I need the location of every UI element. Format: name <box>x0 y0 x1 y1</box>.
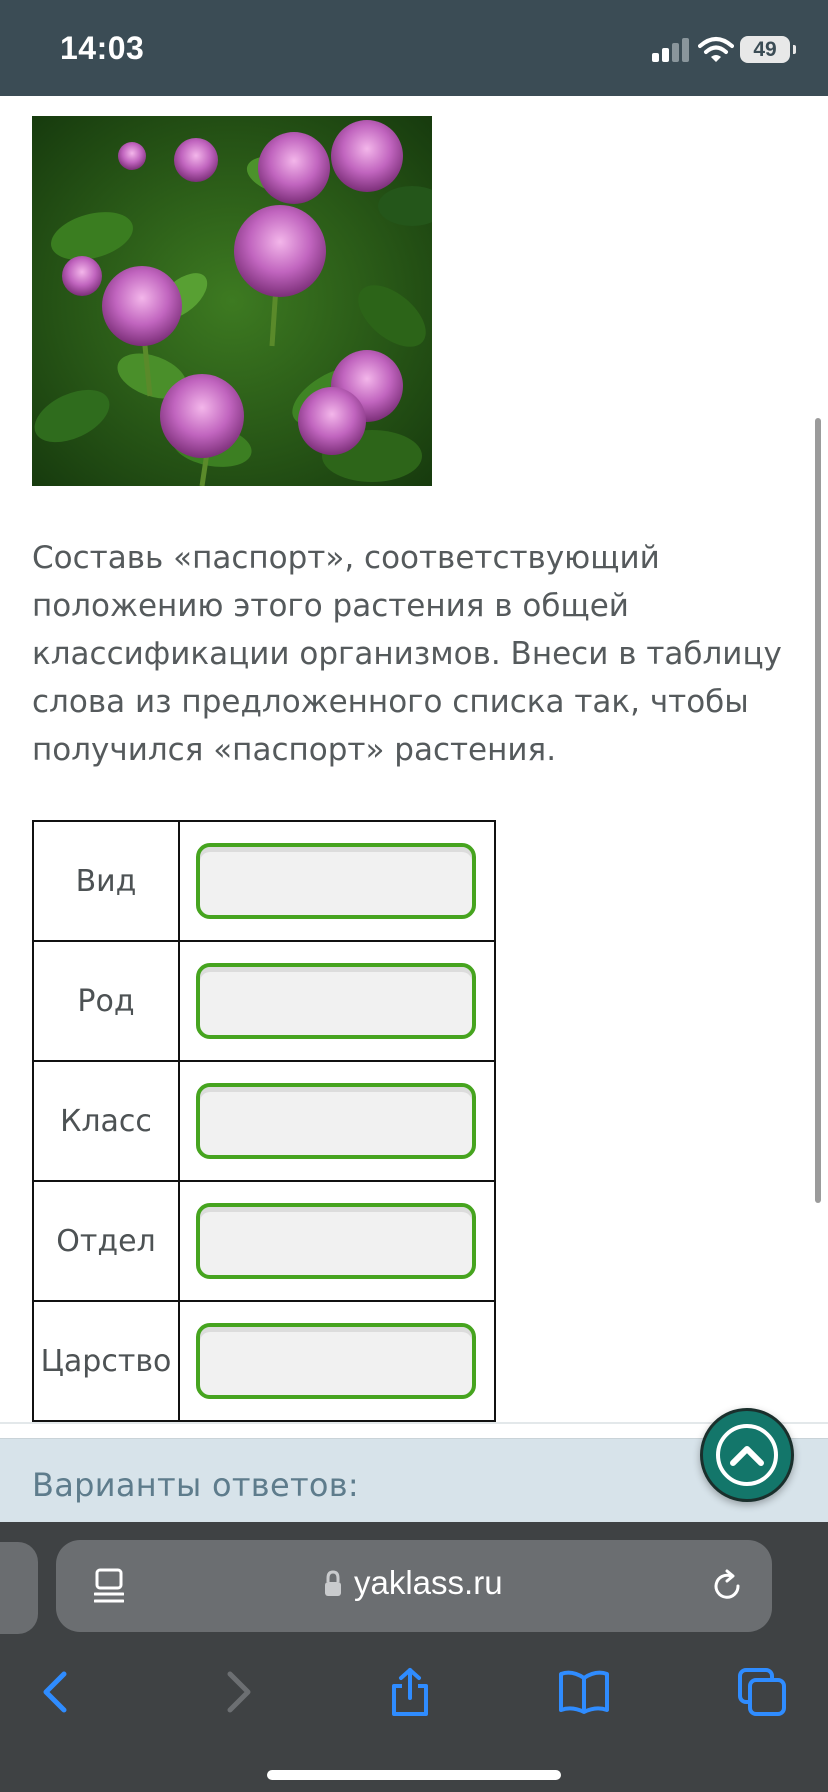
passport-table: Вид Род Класс Отдел Царство <box>32 820 496 1422</box>
table-row: Класс <box>32 1060 496 1182</box>
drop-target-division[interactable] <box>196 1203 476 1279</box>
wifi-icon <box>698 37 734 62</box>
status-time: 14:03 <box>60 30 145 66</box>
table-row: Царство <box>32 1300 496 1422</box>
forward-icon[interactable] <box>210 1666 262 1718</box>
rank-label-class: Класс <box>32 1060 180 1182</box>
scroll-to-top-button[interactable] <box>700 1408 794 1502</box>
rank-label-division: Отдел <box>32 1180 180 1302</box>
table-row: Вид <box>32 820 496 942</box>
rank-label-genus: Род <box>32 940 180 1062</box>
url-text: yaklass.ru <box>354 1564 503 1601</box>
drop-target-species[interactable] <box>196 843 476 919</box>
rank-label-kingdom: Царство <box>32 1300 180 1422</box>
drop-target-class[interactable] <box>196 1083 476 1159</box>
battery-icon: 49 <box>740 36 796 63</box>
clover-photo <box>32 116 432 486</box>
chevron-up-icon <box>730 1446 764 1466</box>
rank-label-species: Вид <box>32 820 180 942</box>
home-indicator[interactable] <box>267 1770 561 1780</box>
share-icon[interactable] <box>384 1666 436 1718</box>
address-bar[interactable]: yaklass.ru <box>56 1540 772 1632</box>
battery-level: 49 <box>753 38 777 61</box>
rank-cell-class <box>178 1060 496 1182</box>
answers-title: Варианты ответов: <box>32 1466 360 1504</box>
signal-icon <box>652 38 690 62</box>
status-bar: 14:03 49 <box>0 0 828 96</box>
page-scrollbar[interactable] <box>815 418 821 1203</box>
reader-icon[interactable] <box>94 1568 124 1604</box>
tabs-icon[interactable] <box>736 1666 788 1718</box>
rank-cell-division <box>178 1180 496 1302</box>
reload-icon[interactable] <box>710 1568 746 1604</box>
rank-cell-kingdom <box>178 1300 496 1422</box>
back-icon[interactable] <box>32 1666 84 1718</box>
table-row: Род <box>32 940 496 1062</box>
lock-icon <box>325 1570 341 1596</box>
browser-toolbar <box>0 1652 828 1742</box>
drop-target-kingdom[interactable] <box>196 1323 476 1399</box>
task-instructions: Составь «паспорт», соответствующий полож… <box>32 540 782 768</box>
drop-target-genus[interactable] <box>196 963 476 1039</box>
bookmarks-icon[interactable] <box>558 1666 610 1718</box>
previous-tab-card[interactable] <box>0 1542 38 1634</box>
page-content: Составь «паспорт», соответствующий полож… <box>0 96 828 1422</box>
browser-bar: yaklass.ru <box>0 1522 828 1792</box>
rank-cell-genus <box>178 940 496 1062</box>
table-row: Отдел <box>32 1180 496 1302</box>
rank-cell-species <box>178 820 496 942</box>
